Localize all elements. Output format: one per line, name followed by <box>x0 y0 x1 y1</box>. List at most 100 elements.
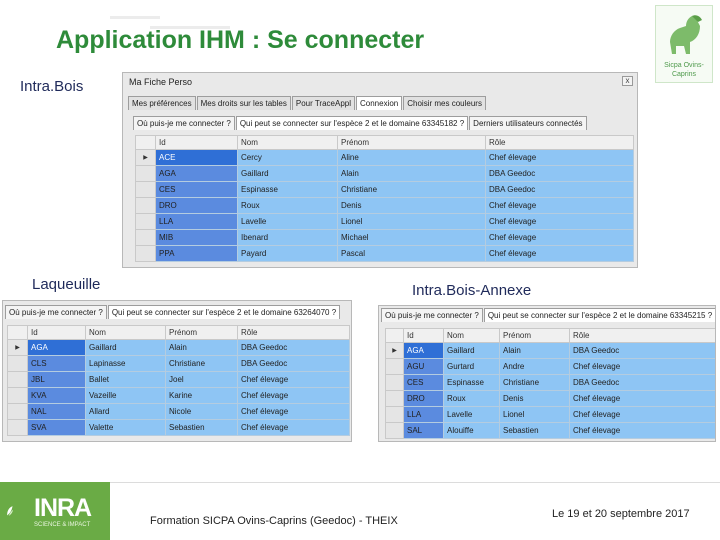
row-selector[interactable] <box>135 213 156 230</box>
cell-prenom[interactable]: Aline <box>337 149 486 166</box>
cell-id[interactable]: ACE <box>155 149 238 166</box>
cell-prenom[interactable]: Denis <box>337 197 486 214</box>
cell-prenom[interactable]: Karine <box>165 387 238 404</box>
subtab-ou-connecter[interactable]: Où puis-je me connecter ? <box>5 305 107 319</box>
subtab-derniers[interactable]: Derniers utilisateurs connectés <box>469 116 587 130</box>
cell-prenom[interactable]: Pascal <box>337 245 486 262</box>
cell-prenom[interactable]: Denis <box>499 390 570 407</box>
row-selector[interactable]: ▶ <box>385 342 404 359</box>
cell-role[interactable]: Chef élevage <box>237 403 350 420</box>
tab-trace-appl[interactable]: Pour TraceAppl <box>291 96 355 110</box>
cell-prenom[interactable]: Alain <box>499 342 570 359</box>
table-row[interactable]: ▶ AGA Gaillard Alain DBA Geedoc <box>7 339 350 356</box>
tab-droits-tables[interactable]: Mes droits sur les tables <box>196 96 291 110</box>
column-header-prenom[interactable]: Prénom <box>337 135 486 150</box>
row-selector[interactable] <box>385 374 404 391</box>
cell-nom[interactable]: Cercy <box>237 149 338 166</box>
row-selector[interactable]: ▶ <box>7 339 28 356</box>
subtab-qui-peut[interactable]: Qui peut se connecter sur l'espèce 2 et … <box>483 308 715 322</box>
column-header-id[interactable]: Id <box>403 328 444 343</box>
table-row[interactable]: MIB Ibenard Michael Chef élevage <box>135 229 634 246</box>
cell-nom[interactable]: Espinasse <box>443 374 500 391</box>
cell-nom[interactable]: Gaillard <box>443 342 500 359</box>
cell-id[interactable]: SVA <box>27 419 86 436</box>
cell-role[interactable]: Chef élevage <box>569 390 715 407</box>
cell-id[interactable]: AGA <box>155 165 238 182</box>
cell-nom[interactable]: Alouiffe <box>443 422 500 439</box>
table-row[interactable]: ▶ ACE Cercy Aline Chef élevage <box>135 149 634 166</box>
row-selector[interactable] <box>7 371 28 388</box>
table-row[interactable]: SAL Alouiffe Sebastien Chef élevage <box>385 422 715 439</box>
cell-role[interactable]: Chef élevage <box>485 197 634 214</box>
row-selector[interactable] <box>7 419 28 436</box>
row-selector[interactable] <box>385 422 404 439</box>
cell-id[interactable]: AGA <box>27 339 86 356</box>
cell-id[interactable]: LLA <box>155 213 238 230</box>
column-header-id[interactable]: Id <box>155 135 238 150</box>
cell-nom[interactable]: Ballet <box>85 371 166 388</box>
subtab-ou-connecter[interactable]: Où puis-je me connecter ? <box>381 308 483 322</box>
cell-role[interactable]: Chef élevage <box>485 229 634 246</box>
cell-nom[interactable]: Gaillard <box>85 339 166 356</box>
close-button[interactable]: x <box>622 76 633 86</box>
cell-id[interactable]: AGA <box>403 342 444 359</box>
cell-role[interactable]: DBA Geedoc <box>569 342 715 359</box>
column-header-role[interactable]: Rôle <box>485 135 634 150</box>
row-selector[interactable] <box>7 387 28 404</box>
cell-id[interactable]: DRO <box>155 197 238 214</box>
table-row[interactable]: CLS Lapinasse Christiane DBA Geedoc <box>7 355 350 372</box>
cell-id[interactable]: AGU <box>403 358 444 375</box>
cell-prenom[interactable]: Michael <box>337 229 486 246</box>
row-selector[interactable] <box>135 165 156 182</box>
table-row[interactable]: AGU Gurtard Andre Chef élevage <box>385 358 715 375</box>
row-selector[interactable] <box>135 229 156 246</box>
cell-id[interactable]: CLS <box>27 355 86 372</box>
row-selector[interactable] <box>135 245 156 262</box>
cell-prenom[interactable]: Joel <box>165 371 238 388</box>
column-header-prenom[interactable]: Prénom <box>499 328 570 343</box>
cell-role[interactable]: DBA Geedoc <box>485 165 634 182</box>
cell-nom[interactable]: Espinasse <box>237 181 338 198</box>
tab-preferences[interactable]: Mes préférences <box>128 96 196 110</box>
column-header-nom[interactable]: Nom <box>443 328 500 343</box>
cell-id[interactable]: CES <box>403 374 444 391</box>
cell-prenom[interactable]: Sebastien <box>499 422 570 439</box>
cell-id[interactable]: JBL <box>27 371 86 388</box>
table-row[interactable]: CES Espinasse Christiane DBA Geedoc <box>135 181 634 198</box>
table-row[interactable]: AGA Gaillard Alain DBA Geedoc <box>135 165 634 182</box>
subtab-ou-connecter[interactable]: Où puis-je me connecter ? <box>133 116 235 130</box>
column-header-id[interactable]: Id <box>27 325 86 340</box>
cell-id[interactable]: DRO <box>403 390 444 407</box>
cell-id[interactable]: CES <box>155 181 238 198</box>
row-selector[interactable] <box>135 181 156 198</box>
table-row[interactable]: SVA Valette Sebastien Chef élevage <box>7 419 350 436</box>
row-selector[interactable] <box>7 403 28 420</box>
table-row[interactable]: DRO Roux Denis Chef élevage <box>385 390 715 407</box>
cell-role[interactable]: DBA Geedoc <box>569 374 715 391</box>
cell-id[interactable]: MIB <box>155 229 238 246</box>
table-row[interactable]: LLA Lavelle Lionel Chef élevage <box>385 406 715 423</box>
cell-role[interactable]: Chef élevage <box>485 149 634 166</box>
cell-prenom[interactable]: Alain <box>165 339 238 356</box>
cell-prenom[interactable]: Sebastien <box>165 419 238 436</box>
cell-id[interactable]: NAL <box>27 403 86 420</box>
cell-id[interactable]: PPA <box>155 245 238 262</box>
table-row[interactable]: LLA Lavelle Lionel Chef élevage <box>135 213 634 230</box>
row-selector[interactable] <box>385 390 404 407</box>
table-row[interactable]: DRO Roux Denis Chef élevage <box>135 197 634 214</box>
cell-prenom[interactable]: Lionel <box>337 213 486 230</box>
cell-prenom[interactable]: Christiane <box>165 355 238 372</box>
column-header-role[interactable]: Rôle <box>237 325 350 340</box>
tab-couleurs[interactable]: Choisir mes couleurs <box>403 96 486 110</box>
cell-role[interactable]: DBA Geedoc <box>237 355 350 372</box>
cell-prenom[interactable]: Andre <box>499 358 570 375</box>
cell-nom[interactable]: Allard <box>85 403 166 420</box>
cell-role[interactable]: DBA Geedoc <box>485 181 634 198</box>
cell-nom[interactable]: Gurtard <box>443 358 500 375</box>
cell-nom[interactable]: Roux <box>237 197 338 214</box>
row-selector[interactable] <box>385 406 404 423</box>
cell-prenom[interactable]: Alain <box>337 165 486 182</box>
table-row[interactable]: ▶ AGA Gaillard Alain DBA Geedoc <box>385 342 715 359</box>
cell-nom[interactable]: Ibenard <box>237 229 338 246</box>
cell-role[interactable]: DBA Geedoc <box>237 339 350 356</box>
